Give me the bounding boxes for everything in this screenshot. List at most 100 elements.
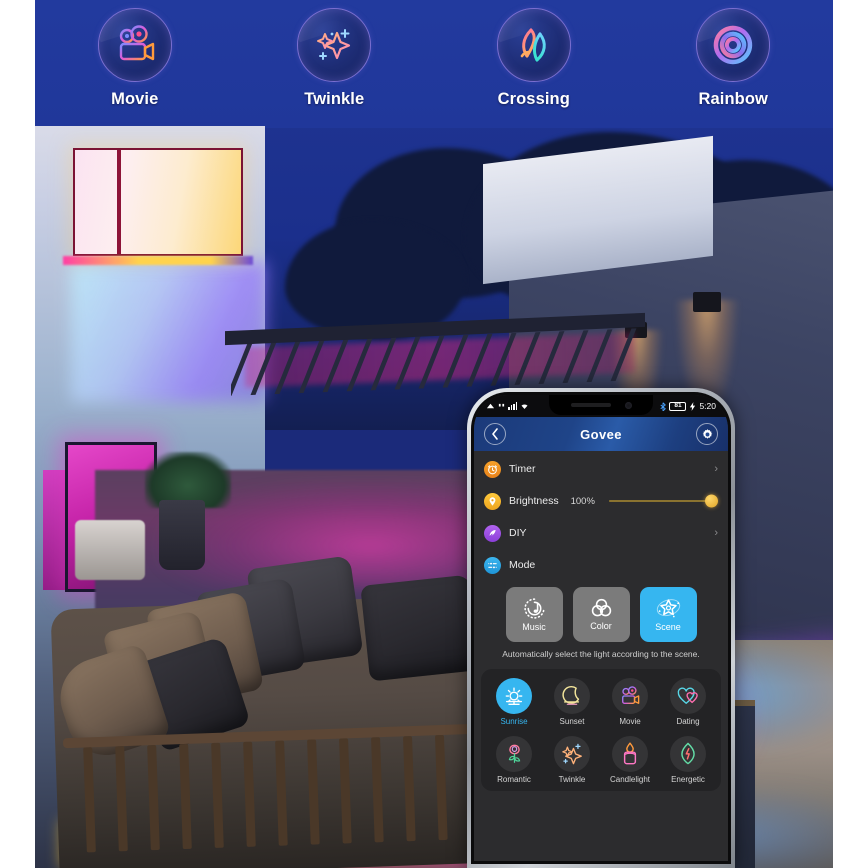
scene-item-twinkle[interactable]: Twinkle [543, 735, 601, 784]
movie-camera-icon [612, 677, 648, 714]
rainbow-spiral-icon[interactable] [696, 8, 771, 82]
scene-label: Sunrise [500, 716, 528, 726]
settings-button[interactable] [696, 423, 718, 445]
status-time: 5:20 [699, 401, 716, 411]
chevron-left-icon [492, 428, 498, 440]
leaf-bolt-icon [670, 735, 706, 772]
scene-item-romantic[interactable]: Romantic [485, 735, 543, 784]
mode-tile-color[interactable]: Color [572, 587, 630, 642]
chevron-right-icon: › [714, 527, 718, 539]
scene-label: Candlelight [609, 774, 651, 784]
scene-item-sunset[interactable]: Sunset [543, 677, 601, 726]
bulb-icon [484, 492, 501, 510]
scene-label: Twinkle [558, 774, 586, 784]
phone-screen: 81 5:20 Govee Timer › Brightness 100% DI… [474, 395, 728, 861]
effect-label: Rainbow [698, 90, 768, 108]
row-label: Timer [509, 463, 536, 475]
row-label: Brightness [509, 495, 559, 507]
row-label: Mode [509, 559, 536, 571]
effect-label: Crossing [497, 90, 570, 108]
slider-knob[interactable] [705, 494, 718, 508]
scene-label: Romantic [497, 774, 531, 784]
effect-item-movie[interactable]: Movie [35, 8, 235, 128]
scene-label: Energetic [671, 774, 705, 784]
scene-item-movie[interactable]: Movie [601, 677, 659, 726]
sofa-cushion [360, 574, 480, 682]
bluetooth-icon [660, 401, 667, 411]
mode-tile-music[interactable]: Music [505, 587, 563, 642]
sofa-frame [62, 721, 537, 868]
effect-item-twinkle[interactable]: Twinkle [235, 8, 435, 128]
sparkles-icon [554, 735, 590, 772]
chevron-right-icon: › [714, 463, 718, 475]
quote-icon [498, 403, 505, 406]
upper-led-strip [63, 256, 253, 265]
status-left-icons [486, 402, 529, 411]
feather-pen-icon [484, 524, 501, 542]
brightness-value: 100% [570, 495, 595, 507]
scene-label: Dating [676, 716, 700, 726]
effects-icon-row: Movie Twinkle Crossing Rainbow [35, 8, 833, 128]
brightness-slider[interactable] [608, 494, 718, 508]
scene-item-sunrise[interactable]: Sunrise [485, 677, 543, 726]
moon-icon [554, 677, 590, 714]
music-note-icon [523, 598, 545, 619]
battery-indicator: 81 [669, 401, 687, 411]
candle-icon [612, 735, 648, 772]
mode-tile-scene[interactable]: Scene [639, 587, 697, 642]
scene-item-dating[interactable]: Dating [659, 677, 717, 726]
upper-window-lit [73, 148, 243, 256]
star-orbit-icon [656, 599, 680, 618]
app-title: Govee [580, 426, 622, 442]
effect-label: Movie [111, 90, 159, 108]
sunrise-icon [496, 677, 532, 714]
sliders-icon [484, 556, 501, 574]
gear-icon [702, 428, 712, 439]
plant-pot [159, 500, 205, 570]
color-rings-icon [591, 598, 611, 617]
wifi-icon [521, 404, 528, 409]
scene-item-candlelight[interactable]: Candlelight [601, 735, 659, 784]
phone-bezel: 81 5:20 Govee Timer › Brightness 100% DI… [471, 392, 731, 864]
front-camera [624, 401, 632, 409]
effect-item-rainbow[interactable]: Rainbow [634, 8, 834, 128]
scene-item-energetic[interactable]: Energetic [659, 735, 717, 784]
mode-tile-label: Scene [655, 622, 681, 632]
mode-tile-label: Color [590, 621, 612, 631]
app-nav-bar: Govee [474, 417, 728, 451]
scene-row: Sunrise Sunset Movie Dating [485, 677, 717, 726]
sparkles-icon[interactable] [297, 8, 372, 82]
wall-lamp [693, 292, 721, 312]
scene-row: Romantic Twinkle Candlelight Energetic [485, 735, 717, 784]
slider-fill [608, 500, 718, 502]
alarm-clock-icon [484, 460, 501, 478]
rose-icon [496, 735, 532, 772]
smartphone-mockup: 81 5:20 Govee Timer › Brightness 100% DI… [467, 388, 735, 868]
mode-description: Automatically select the light according… [502, 649, 700, 659]
movie-camera-icon[interactable] [97, 8, 172, 82]
settings-list: Timer › Brightness 100% DIY › Mode [474, 451, 728, 581]
hearts-icon [670, 677, 706, 714]
status-bar: 81 5:20 [474, 395, 728, 417]
phone-notch [549, 395, 653, 415]
scene-grid: Sunrise Sunset Movie Dating Romantic Twi… [481, 668, 721, 791]
row-mode: Mode [474, 549, 728, 581]
mode-tile-label: Music [522, 622, 546, 632]
mode-tile-group: Music Color Scene [474, 587, 728, 642]
signal-bars-icon [508, 402, 518, 410]
patio-chair [75, 520, 145, 580]
row-timer[interactable]: Timer › [474, 453, 728, 485]
row-diy[interactable]: DIY › [474, 517, 728, 549]
window-mullion [117, 150, 121, 254]
scene-label: Movie [619, 716, 641, 726]
vpn-icon [486, 403, 495, 408]
crossing-swirl-icon[interactable] [496, 8, 571, 82]
effect-item-crossing[interactable]: Crossing [434, 8, 634, 128]
back-button[interactable] [484, 423, 506, 445]
effect-label: Twinkle [304, 90, 365, 108]
row-label: DIY [509, 527, 527, 539]
status-right-icons: 81 5:20 [660, 401, 716, 411]
earpiece-speaker [570, 403, 611, 407]
product-lifestyle-photo: Movie Twinkle Crossing Rainbow 81 5:20 G… [35, 0, 833, 868]
row-brightness[interactable]: Brightness 100% [474, 485, 728, 517]
